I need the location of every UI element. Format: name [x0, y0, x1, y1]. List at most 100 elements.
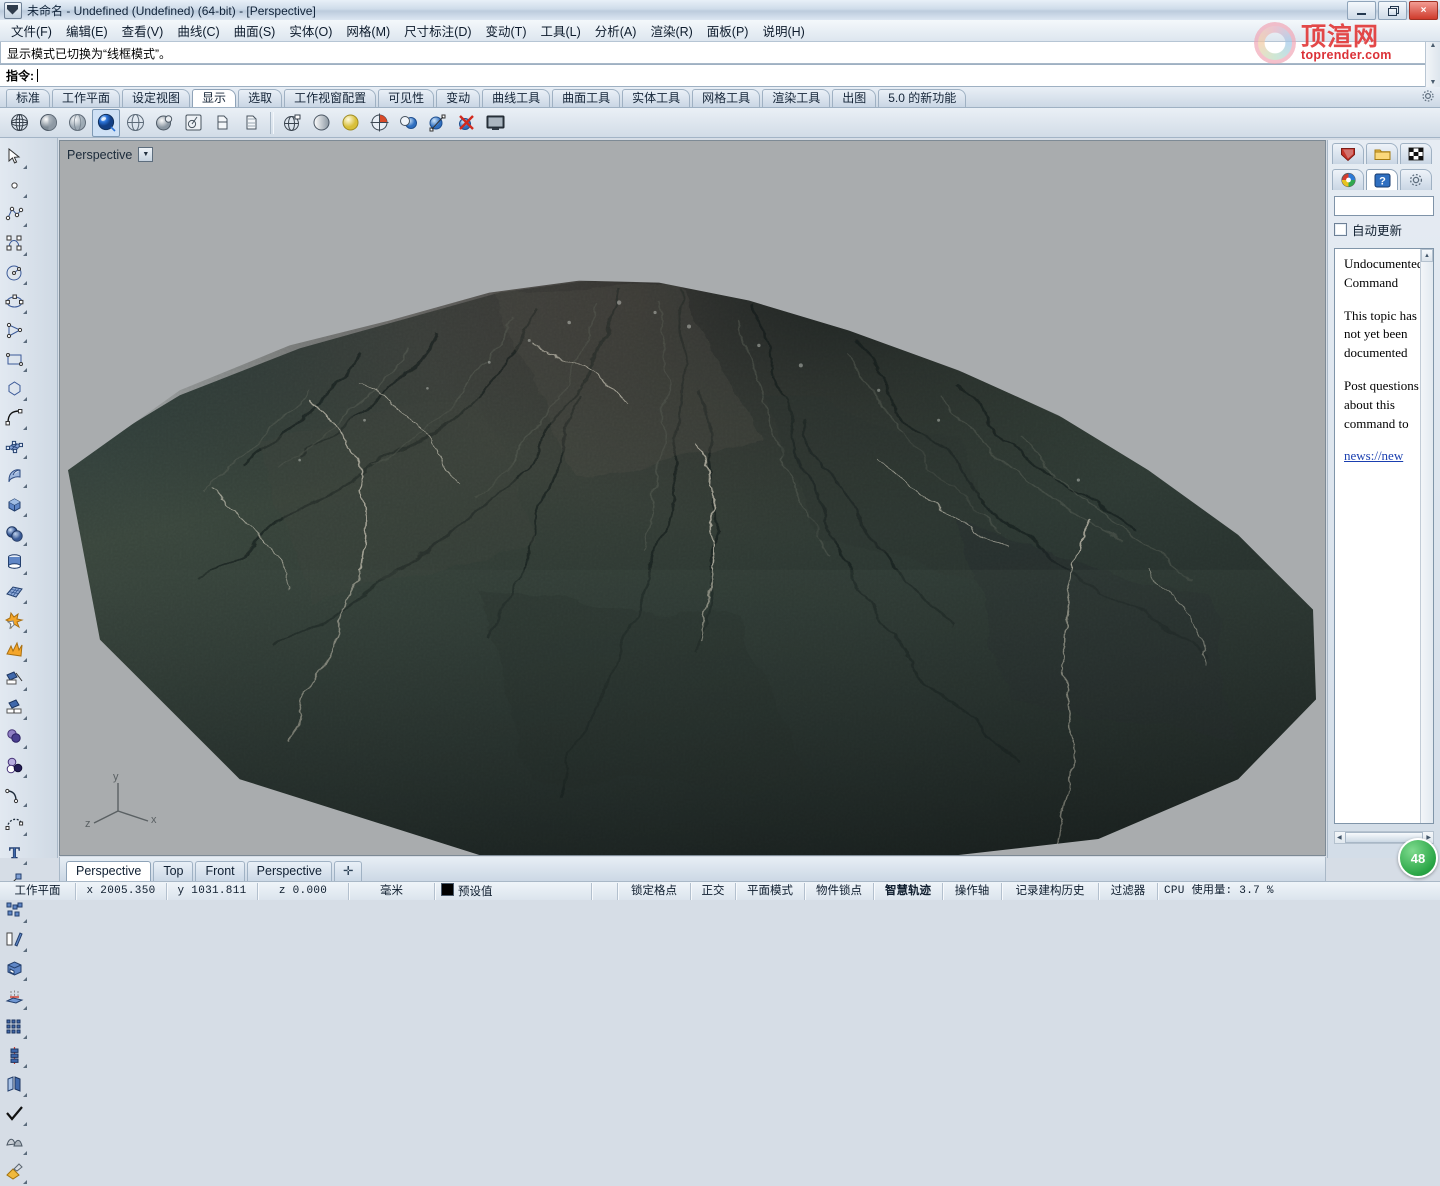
fillet-curve-icon[interactable] — [0, 780, 29, 809]
viewport-menu-chevron-down-icon[interactable]: ▼ — [138, 147, 154, 162]
viewport-tab-perspective-2[interactable]: Perspective — [246, 861, 332, 881]
remove-camera-icon[interactable] — [452, 109, 480, 137]
toolbar-tab-viewport[interactable]: 工作视窗配置 — [284, 89, 377, 107]
blend-curve-icon[interactable] — [0, 809, 29, 838]
menu-item-mesh[interactable]: 网格(M) — [339, 19, 397, 42]
toolbar-tab-solidtools[interactable]: 实体工具 — [622, 89, 691, 107]
minimize-button[interactable] — [1347, 1, 1376, 20]
toolbar-tab-whatsnew[interactable]: 5.0 的新功能 — [878, 89, 967, 107]
clipping-plane-icon[interactable] — [365, 109, 393, 137]
notification-badge[interactable]: 48 — [1398, 838, 1438, 878]
menu-item-solid[interactable]: 实体(O) — [282, 19, 339, 42]
toolbar-tab-meshtools[interactable]: 网格工具 — [692, 89, 761, 107]
menu-item-edit[interactable]: 编辑(E) — [59, 19, 115, 42]
command-prompt[interactable]: 指令: — [0, 64, 1440, 87]
menu-item-curve[interactable]: 曲线(C) — [170, 19, 226, 42]
status-toggle-osnap[interactable]: 物件锁点 — [805, 882, 874, 900]
toolbar-tab-standard[interactable]: 标准 — [6, 89, 51, 107]
menu-item-view[interactable]: 查看(V) — [115, 19, 171, 42]
ellipse-icon[interactable] — [0, 287, 29, 316]
polygon-triangle-icon[interactable] — [0, 316, 29, 345]
circle-icon[interactable] — [0, 258, 29, 287]
technical-display-icon[interactable] — [121, 109, 149, 137]
zebra-display-icon[interactable] — [237, 109, 265, 137]
wireframe-display-icon[interactable] — [5, 109, 33, 137]
scroll-down-icon[interactable]: ▼ — [1430, 79, 1437, 87]
toolbar-tab-curvetools[interactable]: 曲线工具 — [482, 89, 551, 107]
shadow-light-icon[interactable] — [336, 109, 364, 137]
toolbar-tab-select[interactable]: 选取 — [238, 89, 283, 107]
status-toggle-planar[interactable]: 平面模式 — [736, 882, 805, 900]
point-icon[interactable] — [0, 171, 29, 200]
close-button[interactable]: × — [1409, 1, 1438, 20]
scroll-up-icon[interactable]: ▲ — [1421, 249, 1433, 262]
status-cplane[interactable]: 工作平面 — [0, 882, 76, 900]
flat-shade-icon[interactable] — [307, 109, 335, 137]
artistic-display-icon[interactable] — [150, 109, 178, 137]
help-newsgroup-link[interactable]: news://new — [1344, 448, 1403, 463]
status-toggle-gumball[interactable]: 操作轴 — [943, 882, 1002, 900]
fullscreen-display-icon[interactable] — [481, 109, 509, 137]
boolean-solids-icon[interactable] — [0, 722, 29, 751]
arc-icon[interactable] — [0, 403, 29, 432]
toolbar-options-gear-icon[interactable] — [1421, 89, 1435, 106]
status-toggle-filter[interactable]: 过滤器 — [1099, 882, 1158, 900]
viewport-tab-top[interactable]: Top — [153, 861, 194, 881]
restore-button[interactable] — [1378, 1, 1407, 20]
boolean-difference-icon[interactable] — [0, 751, 29, 780]
select-arrow-icon[interactable] — [0, 142, 29, 171]
text-tool-icon[interactable]: T — [0, 838, 29, 867]
array-icon[interactable] — [0, 896, 29, 925]
toolbar-tab-setview[interactable]: 设定视图 — [122, 89, 191, 107]
checkerboard-texture-icon[interactable] — [1400, 143, 1432, 164]
shaded-display-icon[interactable] — [34, 109, 62, 137]
menu-item-dimension[interactable]: 尺寸标注(D) — [397, 19, 478, 42]
add-viewport-tab-button[interactable]: ✛ — [333, 861, 363, 881]
auto-update-checkbox[interactable]: 自动更新 — [1334, 220, 1434, 239]
menu-item-help[interactable]: 说明(H) — [755, 19, 811, 42]
boolean-union-icon[interactable] — [0, 606, 29, 635]
mirror-icon[interactable] — [0, 1070, 29, 1099]
status-toggle-smarttrack[interactable]: 智慧轨迹 — [874, 882, 943, 900]
viewport-tab-front[interactable]: Front — [195, 861, 245, 881]
command-area-scrollbar[interactable]: ▲ ▼ — [1425, 42, 1440, 87]
project-icon[interactable] — [0, 983, 29, 1012]
ground-plane-icon[interactable] — [394, 109, 422, 137]
split-surface-icon[interactable] — [0, 1128, 29, 1157]
toolbar-tab-transform[interactable]: 变动 — [436, 89, 481, 107]
pen-display-icon[interactable] — [179, 109, 207, 137]
help-question-icon[interactable]: ? — [1366, 169, 1398, 190]
scroll-up-icon[interactable]: ▲ — [1430, 42, 1437, 50]
status-units[interactable]: 毫米 — [349, 882, 435, 900]
curve-control-points-icon[interactable] — [0, 229, 29, 258]
help-vertical-scrollbar[interactable]: ▲ — [1420, 249, 1433, 823]
toolbar-tab-rendertools[interactable]: 渲染工具 — [762, 89, 831, 107]
offset-icon[interactable] — [0, 925, 29, 954]
status-toggle-ortho[interactable]: 正交 — [691, 882, 736, 900]
apply-material-icon[interactable] — [0, 1157, 29, 1186]
xray-display-icon[interactable] — [208, 109, 236, 137]
split-icon[interactable] — [0, 693, 29, 722]
gear-icon[interactable] — [1400, 169, 1432, 190]
curvature-display-icon[interactable] — [278, 109, 306, 137]
menu-item-render[interactable]: 渲染(R) — [643, 19, 699, 42]
layer-color-swatch[interactable] — [441, 882, 454, 896]
scroll-left-icon[interactable]: ◀ — [1335, 834, 1344, 841]
status-current-layer[interactable]: 预设值 — [435, 882, 592, 900]
toolbar-tab-visibility[interactable]: 可见性 — [378, 89, 435, 107]
check-objects-icon[interactable] — [0, 1099, 29, 1128]
explode-icon[interactable] — [0, 635, 29, 664]
toolbar-tab-cplane[interactable]: 工作平面 — [52, 89, 121, 107]
mesh-plane-icon[interactable] — [0, 577, 29, 606]
status-toggle-grid-snap[interactable]: 锁定格点 — [618, 882, 691, 900]
set-camera-icon[interactable] — [423, 109, 451, 137]
menu-item-surface[interactable]: 曲面(S) — [227, 19, 283, 42]
surface-control-points-icon[interactable] — [0, 432, 29, 461]
sphere-boolean-icon[interactable] — [0, 519, 29, 548]
checkbox-box[interactable] — [1334, 223, 1347, 236]
viewport-title[interactable]: Perspective ▼ — [67, 147, 154, 162]
cylinder-icon[interactable] — [0, 548, 29, 577]
rendered-display-icon[interactable] — [92, 108, 120, 137]
viewport-tab-perspective-1[interactable]: Perspective — [66, 861, 152, 881]
array-along-curve-icon[interactable] — [0, 1041, 29, 1070]
